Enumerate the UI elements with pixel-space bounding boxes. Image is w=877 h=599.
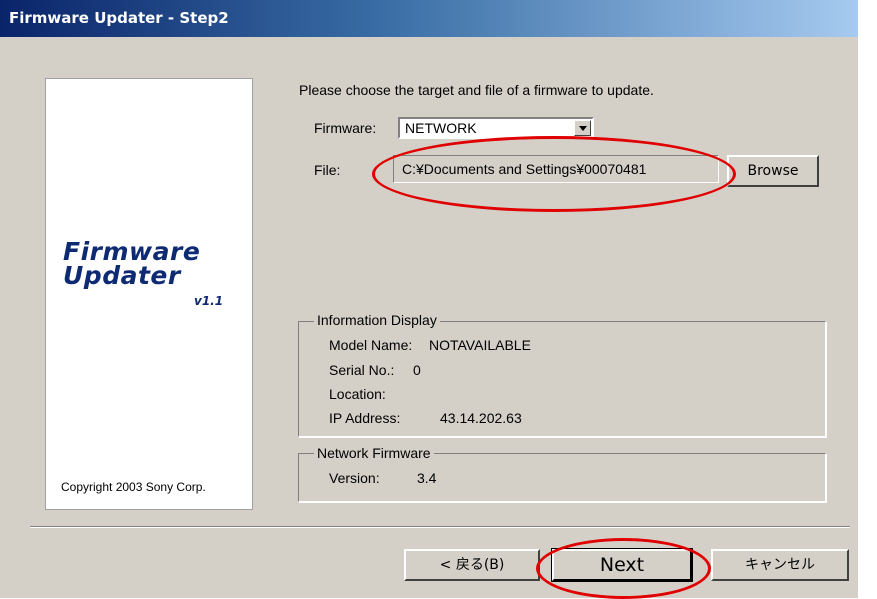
ip-address-label: IP Address: xyxy=(329,410,401,426)
browse-button[interactable]: Browse xyxy=(727,155,819,187)
firmware-select[interactable]: NETWORK xyxy=(398,117,594,139)
model-name-value: NOTAVAILABLE xyxy=(429,337,531,353)
information-display-title: Information Display xyxy=(314,312,440,328)
title-bar[interactable]: Firmware Updater - Step2 xyxy=(0,0,858,37)
chevron-down-icon[interactable] xyxy=(574,120,591,136)
location-label: Location: xyxy=(329,386,386,402)
version-label: Version: xyxy=(329,470,380,486)
file-label: File: xyxy=(314,162,341,178)
next-button[interactable]: Next xyxy=(552,549,692,581)
file-path-value: C:¥Documents and Settings¥00070481 xyxy=(402,161,647,177)
logo-panel: Firmware Updater v1.1 Copyright 2003 Son… xyxy=(45,78,253,510)
footer-divider xyxy=(30,526,850,528)
file-path-field[interactable]: C:¥Documents and Settings¥00070481 xyxy=(393,155,719,183)
copyright-text: Copyright 2003 Sony Corp. xyxy=(61,480,206,494)
ip-address-value: 43.14.202.63 xyxy=(440,410,522,426)
firmware-updater-window: Firmware Updater - Step2 Firmware Update… xyxy=(0,0,858,598)
back-button[interactable]: < 戻る(B) xyxy=(404,549,540,581)
logo-version: v1.1 xyxy=(194,294,224,308)
serial-no-label: Serial No.: xyxy=(329,362,395,378)
model-name-label: Model Name: xyxy=(329,337,413,353)
version-value: 3.4 xyxy=(417,470,437,486)
cancel-button[interactable]: キャンセル xyxy=(711,549,849,581)
window-title: Firmware Updater - Step2 xyxy=(9,9,229,27)
firmware-label: Firmware: xyxy=(314,120,377,136)
firmware-select-value: NETWORK xyxy=(405,120,477,136)
instruction-text: Please choose the target and file of a f… xyxy=(299,82,654,98)
serial-no-value: 0 xyxy=(413,362,421,378)
logo-updater-text: Updater xyxy=(63,261,181,290)
network-firmware-title: Network Firmware xyxy=(314,445,434,461)
